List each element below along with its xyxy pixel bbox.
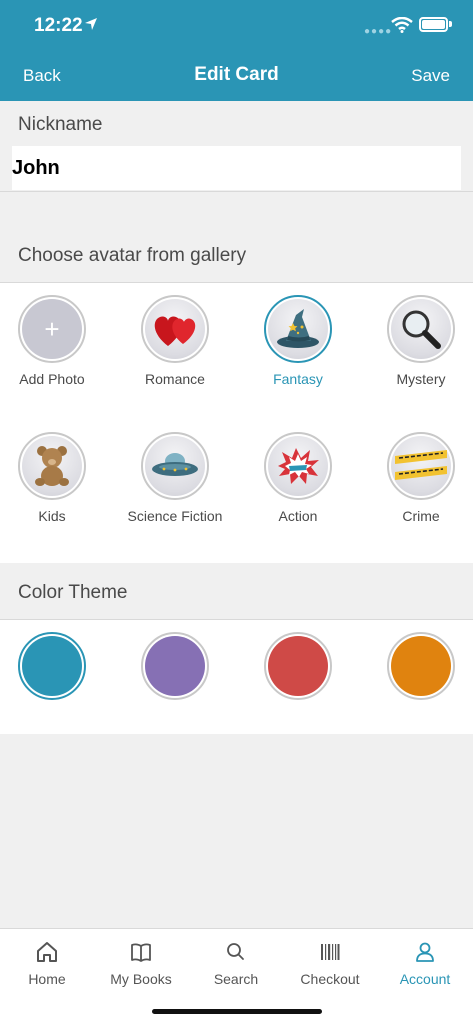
color-swatch <box>391 636 451 696</box>
color-option-red[interactable] <box>264 632 332 700</box>
color-swatch <box>268 636 328 696</box>
tab-label: Checkout <box>300 971 360 987</box>
avatar-label: Romance <box>145 371 205 387</box>
tab-my-books[interactable]: My Books <box>94 929 188 999</box>
gallery-label: Choose avatar from gallery <box>18 245 247 266</box>
teddy-bear-icon <box>35 446 69 486</box>
boom-icon <box>278 448 319 484</box>
color-theme-label: Color Theme <box>18 582 128 603</box>
avatar-add-photo[interactable]: + Add Photo <box>0 295 104 387</box>
color-option-teal[interactable] <box>18 632 86 700</box>
avatar-label: Add Photo <box>19 371 85 387</box>
location-arrow-icon <box>85 18 97 30</box>
app-header: 12:22 ●●●● Back Edit Card Save <box>0 0 473 101</box>
wizard-hat-icon <box>277 309 319 348</box>
avatar-mystery[interactable]: Mystery <box>369 295 473 387</box>
avatar-label: Crime <box>402 508 440 524</box>
tab-search[interactable]: Search <box>189 929 283 999</box>
avatar-label: Fantasy <box>273 371 323 387</box>
avatar-gallery: + Add Photo Romance Fantasy Mystery Kids… <box>0 283 473 563</box>
book-icon <box>131 943 151 962</box>
signal-icon: ●●●● <box>364 26 393 37</box>
wifi-icon <box>391 17 413 33</box>
color-theme-picker <box>0 620 473 734</box>
color-option-orange[interactable] <box>387 632 455 700</box>
nickname-input[interactable] <box>12 146 461 190</box>
color-option-purple[interactable] <box>141 632 209 700</box>
account-icon <box>416 942 434 962</box>
magnifier-icon <box>402 310 441 349</box>
home-icon <box>37 942 57 962</box>
home-indicator <box>152 1009 322 1014</box>
tab-label: My Books <box>110 971 172 987</box>
divider <box>0 191 473 192</box>
avatar-crime[interactable]: Crime <box>369 432 473 524</box>
battery-icon <box>419 17 448 32</box>
nickname-label: Nickname <box>18 114 103 135</box>
battery-tip <box>449 21 452 27</box>
crime-tape-icon <box>395 450 447 480</box>
avatar-label: Action <box>278 508 318 524</box>
hearts-icon <box>154 316 196 346</box>
save-button[interactable]: Save <box>411 66 450 86</box>
tab-label: Search <box>213 971 259 987</box>
avatar-label: Mystery <box>396 371 446 387</box>
tab-account[interactable]: Account <box>378 929 472 999</box>
tab-label: Home <box>28 971 66 987</box>
tab-home[interactable]: Home <box>0 929 94 999</box>
color-swatch <box>145 636 205 696</box>
color-swatch <box>22 636 82 696</box>
status-time: 12:22 <box>34 15 83 36</box>
plus-icon: + <box>22 299 82 359</box>
avatar-kids[interactable]: Kids <box>0 432 104 524</box>
avatar-action[interactable]: Action <box>246 432 350 524</box>
ufo-icon <box>152 453 198 476</box>
tab-label: Account <box>399 971 451 987</box>
page-title: Edit Card <box>194 64 279 85</box>
barcode-icon <box>321 944 340 960</box>
tab-checkout[interactable]: Checkout <box>283 929 377 999</box>
avatar-label: Science Fiction <box>127 508 223 524</box>
avatar-fantasy[interactable]: Fantasy <box>246 295 350 387</box>
avatar-science-fiction[interactable]: Science Fiction <box>123 432 227 524</box>
avatar-label: Kids <box>38 508 66 524</box>
search-icon <box>227 943 244 960</box>
avatar-romance[interactable]: Romance <box>123 295 227 387</box>
